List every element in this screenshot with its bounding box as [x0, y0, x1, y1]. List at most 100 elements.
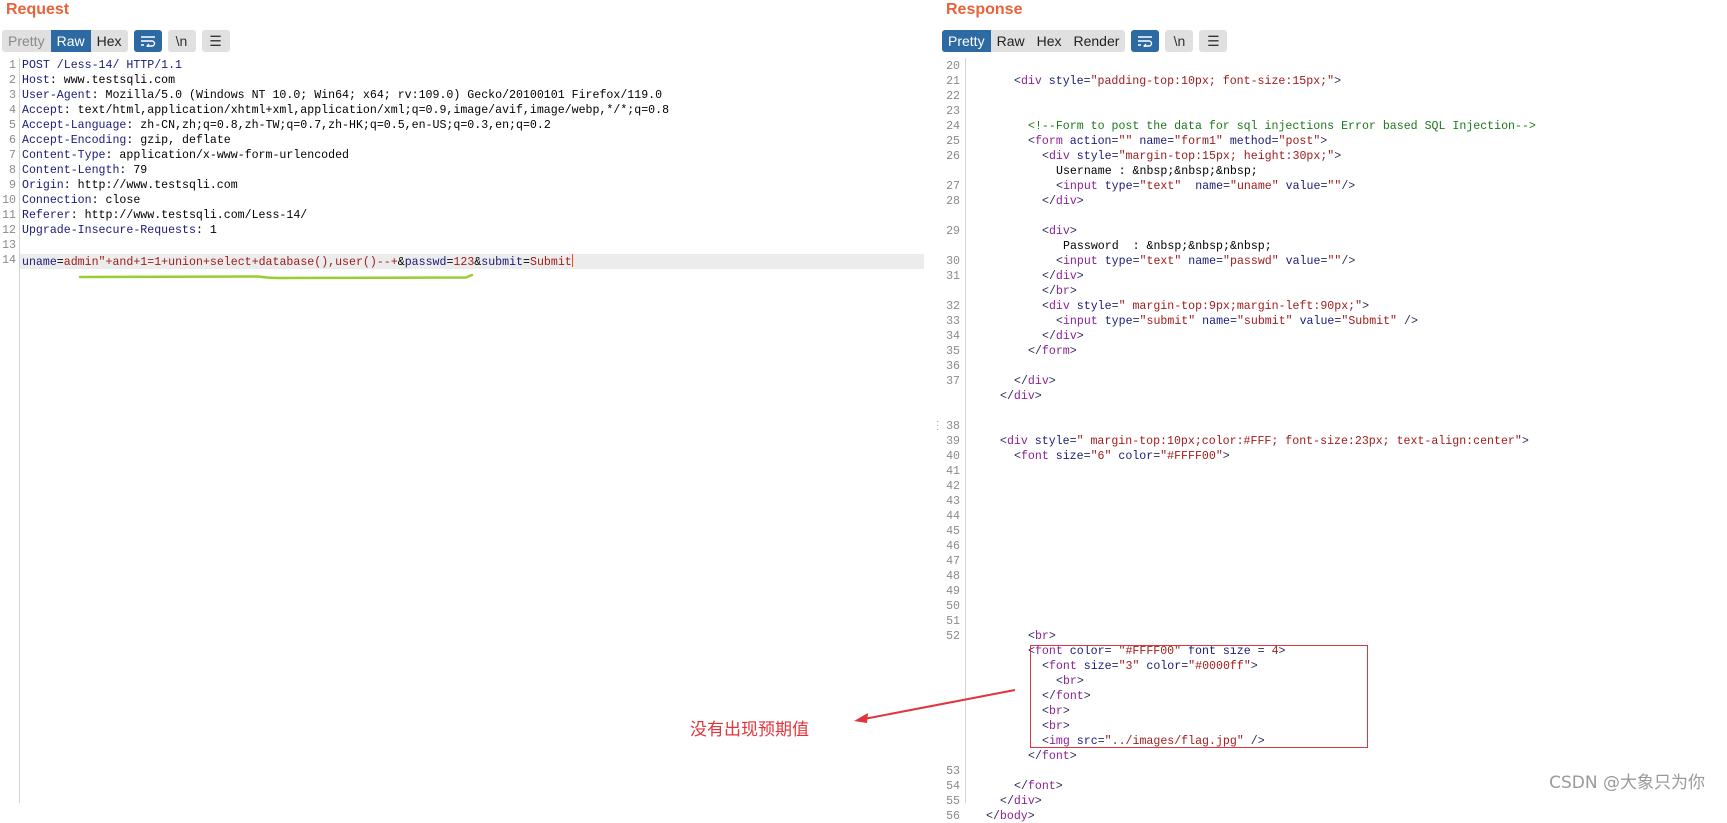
code-token: <!--Form to post the data for sql inject… [1028, 120, 1536, 133]
code-line: <input type="text" name="passwd" value="… [1056, 255, 1355, 268]
code-token: > [1076, 330, 1084, 343]
code-token: /> [1341, 180, 1356, 193]
code-token: </ [1000, 795, 1014, 808]
code-line: </div> [1000, 390, 1042, 403]
line-number: 9 [9, 179, 16, 192]
line-number: 26 [946, 150, 960, 163]
code-token: Origin [22, 179, 64, 192]
code-token: </ [1042, 285, 1056, 298]
code-token: input [1062, 180, 1098, 193]
code-token: > [1069, 345, 1077, 358]
line-number: 24 [946, 120, 960, 133]
request-title: Request [6, 1, 70, 18]
line-number: 4 [9, 104, 16, 117]
newline-icon[interactable]: \n [167, 30, 196, 52]
code-line: Connection: close [22, 194, 140, 207]
code-token: 123 [453, 256, 475, 269]
line-number: 2 [9, 74, 16, 87]
newline-icon[interactable]: \n [1165, 30, 1194, 52]
code-token: = [1083, 450, 1091, 463]
line-number: 51 [946, 615, 960, 628]
line-number: 21 [946, 75, 960, 88]
code-token: </ [1014, 375, 1028, 388]
line-number: 10 [2, 194, 16, 207]
response-tab-render[interactable]: Render [1068, 30, 1126, 52]
response-tab-pretty[interactable]: Pretty [942, 30, 991, 52]
code-line: <div style="padding-top:10px; font-size:… [1014, 75, 1341, 88]
code-token: POST /Less-14/ HTTP/1.1 [22, 59, 183, 72]
response-tab-raw[interactable]: Raw [991, 30, 1031, 52]
code-token: : 79 [119, 164, 148, 177]
line-number: 39 [946, 435, 960, 448]
code-token: "submit" [1139, 315, 1196, 328]
code-line: uname=admin"+and+1=1+union+select+databa… [22, 254, 573, 269]
code-line: <font size="6" color="#FFFF00"> [1014, 450, 1230, 463]
wrap-icon[interactable] [1131, 30, 1160, 52]
response-tab-hex[interactable]: Hex [1031, 30, 1068, 52]
code-token: </ [1028, 345, 1042, 358]
code-token: name [1181, 180, 1224, 193]
code-token: > [1069, 285, 1077, 298]
menu-icon[interactable]: ☰ [201, 30, 230, 52]
code-line: <form action="" name="form1" method="pos… [1028, 135, 1327, 148]
code-token: Content-Type [22, 149, 106, 162]
code-token: = [1132, 315, 1140, 328]
code-token: > [1055, 780, 1063, 793]
request-editor[interactable]: 1 POST /Less-14/ HTTP/1.1 2 Host: www.tests… [0, 58, 936, 803]
code-token: div [1055, 330, 1077, 343]
code-token: "" [1118, 135, 1133, 148]
line-number: 28 [946, 195, 960, 208]
code-line: <input type="text" name="uname" value=""… [1056, 180, 1355, 193]
line-number: 37 [946, 375, 960, 388]
code-line: Referer: http://www.testsqli.com/Less-14… [22, 209, 307, 222]
watermark: CSDN @大象只为你 [1549, 773, 1705, 793]
code-token: > [1334, 150, 1342, 163]
response-view-tabs: Pretty Raw Hex Render [942, 30, 1126, 52]
line-number: 54 [946, 780, 960, 793]
code-token: passwd [404, 256, 447, 269]
line-number: 13 [2, 239, 16, 252]
code-line: Accept: text/html,application/xhtml+xml,… [22, 104, 669, 117]
code-token: input [1062, 315, 1098, 328]
code-token: input [1062, 255, 1098, 268]
line-number: 49 [946, 585, 960, 598]
code-line: <div style=" margin-top:9px;margin-left:… [1042, 300, 1369, 313]
code-token: div [1013, 390, 1035, 403]
code-token: </ [986, 810, 1000, 823]
line-number: 8 [9, 164, 16, 177]
line-number: 36 [946, 360, 960, 373]
code-token: name [1181, 255, 1217, 268]
request-tab-pretty[interactable]: Pretty [2, 30, 51, 52]
request-tab-hex[interactable]: Hex [91, 30, 128, 52]
code-token: Username : &nbsp;&nbsp;&nbsp; [1056, 165, 1258, 178]
code-token: type [1097, 255, 1133, 268]
code-line: </div> [1042, 270, 1084, 283]
code-token: = [1230, 315, 1237, 328]
code-token: method [1222, 135, 1272, 148]
code-token: style [1027, 435, 1070, 448]
panel-resize-handle[interactable]: · · · [936, 417, 939, 435]
code-token: < [1000, 435, 1007, 448]
wrap-icon[interactable] [133, 30, 162, 52]
line-number: 52 [946, 630, 960, 643]
code-token: < [1014, 75, 1021, 88]
code-token: : gzip, deflate [126, 134, 231, 147]
code-token: "#FFFF00" [1160, 450, 1223, 463]
code-token: </ [1028, 750, 1042, 763]
code-token: value [1278, 255, 1321, 268]
request-tab-raw[interactable]: Raw [50, 30, 91, 52]
code-token: > [1362, 300, 1370, 313]
line-number: 45 [946, 525, 960, 538]
menu-icon[interactable]: ☰ [1199, 30, 1228, 52]
code-token: Upgrade-Insecure-Requests [22, 224, 196, 237]
code-token: : www.testsqli.com [49, 74, 176, 87]
code-token: > [1320, 135, 1328, 148]
code-token: < [1056, 180, 1063, 193]
code-token: Accept [22, 104, 64, 117]
code-token: > [1076, 270, 1084, 283]
code-token: size [1048, 450, 1084, 463]
code-token: = [523, 256, 530, 269]
code-line: </body> [986, 810, 1035, 823]
code-token: "passwd" [1223, 255, 1279, 268]
code-token: "text" [1139, 255, 1182, 268]
